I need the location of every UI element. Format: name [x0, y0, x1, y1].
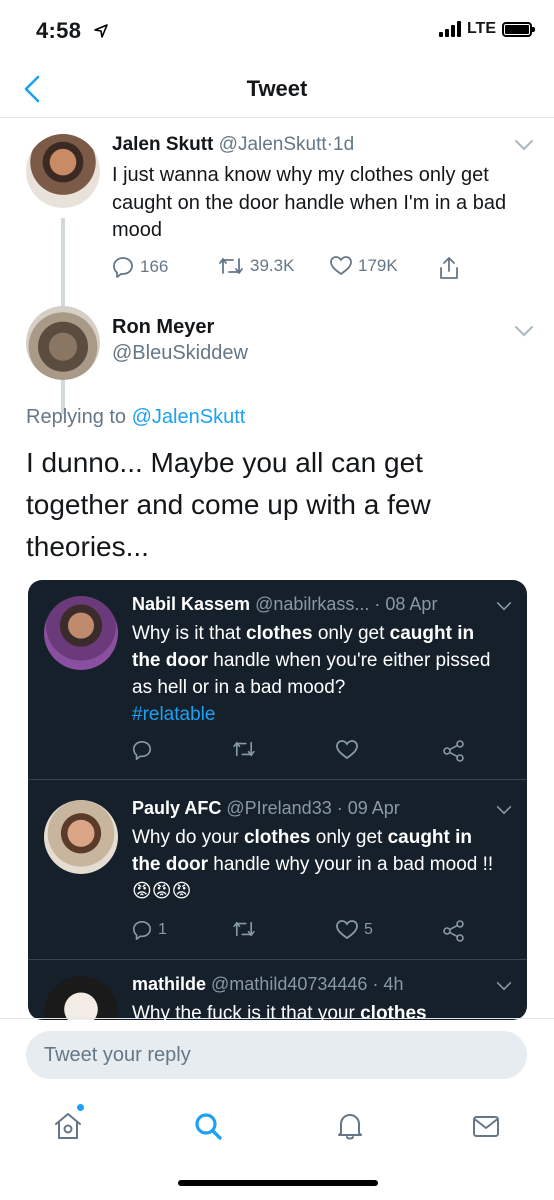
heart-icon: [336, 920, 358, 940]
retweet-count: 39.3K: [250, 256, 295, 275]
chevron-down-icon[interactable]: [514, 138, 534, 152]
reply-icon: [113, 257, 133, 278]
network-label: LTE: [466, 20, 496, 37]
page-title: Tweet: [246, 76, 308, 101]
tab-bar: [0, 1090, 554, 1160]
author-handle: @mathild40734446: [211, 974, 368, 994]
home-icon: [55, 1113, 81, 1139]
embedded-tweet: mathilde @mathild40734446 · 4h Why the f…: [28, 960, 527, 1020]
like-count: 5: [364, 921, 373, 938]
tab-messages[interactable]: [466, 1106, 506, 1146]
avatar[interactable]: [26, 306, 100, 380]
envelope-icon: [473, 1116, 499, 1137]
author-name: Pauly AFC: [132, 798, 222, 818]
status-time: 4:58: [36, 18, 82, 43]
chevron-down-icon: [496, 602, 512, 611]
avatar: [44, 596, 118, 670]
bell-icon: [338, 1114, 362, 1140]
embedded-tweet: Nabil Kassem @nabilrkass... · 08 Apr Why…: [28, 580, 527, 780]
parent-tweet[interactable]: Jalen Skutt @JalenSkutt·1d I just wanna …: [0, 118, 554, 414]
chevron-down-icon: [496, 806, 512, 815]
tweet-text: I dunno... Maybe you all can get togethe…: [26, 447, 431, 562]
like-button[interactable]: 179K: [330, 256, 398, 276]
chevron-down-icon: [496, 982, 512, 991]
status-bar: 4:58 LTE: [0, 0, 554, 62]
heart-icon: [330, 256, 352, 275]
signal-icon: [438, 21, 461, 37]
angry-emoji: 😡😡😡: [132, 881, 192, 902]
reply-icon: [132, 740, 152, 760]
share-button[interactable]: [438, 256, 460, 280]
reply-button[interactable]: 166: [112, 256, 168, 278]
author-name[interactable]: Jalen Skutt: [112, 134, 213, 155]
reply-count: 1: [158, 921, 167, 938]
replying-to-link[interactable]: @JalenSkutt: [132, 406, 246, 428]
nav-bar: Tweet: [0, 62, 554, 118]
author-name[interactable]: Ron Meyer: [112, 316, 214, 339]
author-handle[interactable]: @JalenSkutt: [219, 134, 327, 155]
tweet-text: Why is it that clothes only get caught i…: [132, 623, 491, 725]
reply-icon: [132, 920, 152, 940]
share-icon: [443, 920, 464, 942]
tab-home[interactable]: [48, 1104, 88, 1146]
chevron-down-icon[interactable]: [514, 324, 534, 338]
embedded-image[interactable]: Nabil Kassem @nabilrkass... · 08 Apr Why…: [28, 580, 527, 1020]
tab-search[interactable]: [188, 1106, 228, 1146]
heart-icon: [336, 740, 358, 760]
like-count: 179K: [358, 256, 398, 275]
author-handle: @nabilrkass...: [255, 594, 370, 614]
embedded-tweet: Pauly AFC @PIreland33 · 09 Apr Why do yo…: [28, 780, 527, 960]
tweet-actions: 1 5: [132, 920, 492, 944]
avatar: [44, 976, 118, 1020]
tweet-actions: 166 39.3K 179K: [112, 256, 532, 284]
retweet-button[interactable]: 39.3K: [218, 256, 294, 276]
retweet-icon: [233, 921, 255, 937]
author-name: Nabil Kassem: [132, 594, 251, 614]
tab-notifications[interactable]: [330, 1106, 370, 1146]
author-name: mathilde: [132, 974, 207, 994]
avatar[interactable]: [26, 134, 100, 208]
reply-input[interactable]: [26, 1031, 527, 1079]
share-icon: [440, 257, 458, 279]
tweet-header: Jalen Skutt @JalenSkutt·1d: [112, 134, 354, 156]
share-icon: [443, 740, 464, 762]
notification-dot: [77, 1104, 84, 1111]
retweet-icon: [233, 741, 255, 757]
replying-to-label: Replying to: [26, 406, 127, 428]
hashtag: #relatable: [132, 704, 216, 725]
avatar: [44, 800, 118, 874]
home-indicator[interactable]: [178, 1180, 378, 1186]
replying-to: Replying to @JalenSkutt: [26, 406, 245, 429]
tweet-time: · 08 Apr: [374, 594, 438, 614]
location-arrow-icon: [94, 24, 108, 38]
reply-count: 166: [140, 257, 169, 276]
tweet-time: · 09 Apr: [336, 798, 400, 818]
tweet-text: I just wanna know why my clothes only ge…: [112, 164, 507, 241]
author-handle[interactable]: @BleuSkiddew: [112, 342, 248, 365]
retweet-icon: [219, 258, 243, 274]
reply-composer: [0, 1018, 554, 1090]
battery-icon: [502, 21, 535, 37]
author-handle: @PIreland33: [226, 798, 332, 818]
tweet-time: · 4h: [372, 974, 404, 994]
tweet-text: Why do your clothes only get caught in t…: [132, 827, 494, 902]
tweet-time: 1d: [333, 134, 355, 155]
tweet-text: Why the fuck is it that your clothes: [132, 1003, 427, 1020]
tweet-actions: [132, 740, 492, 764]
search-icon: [195, 1113, 222, 1140]
